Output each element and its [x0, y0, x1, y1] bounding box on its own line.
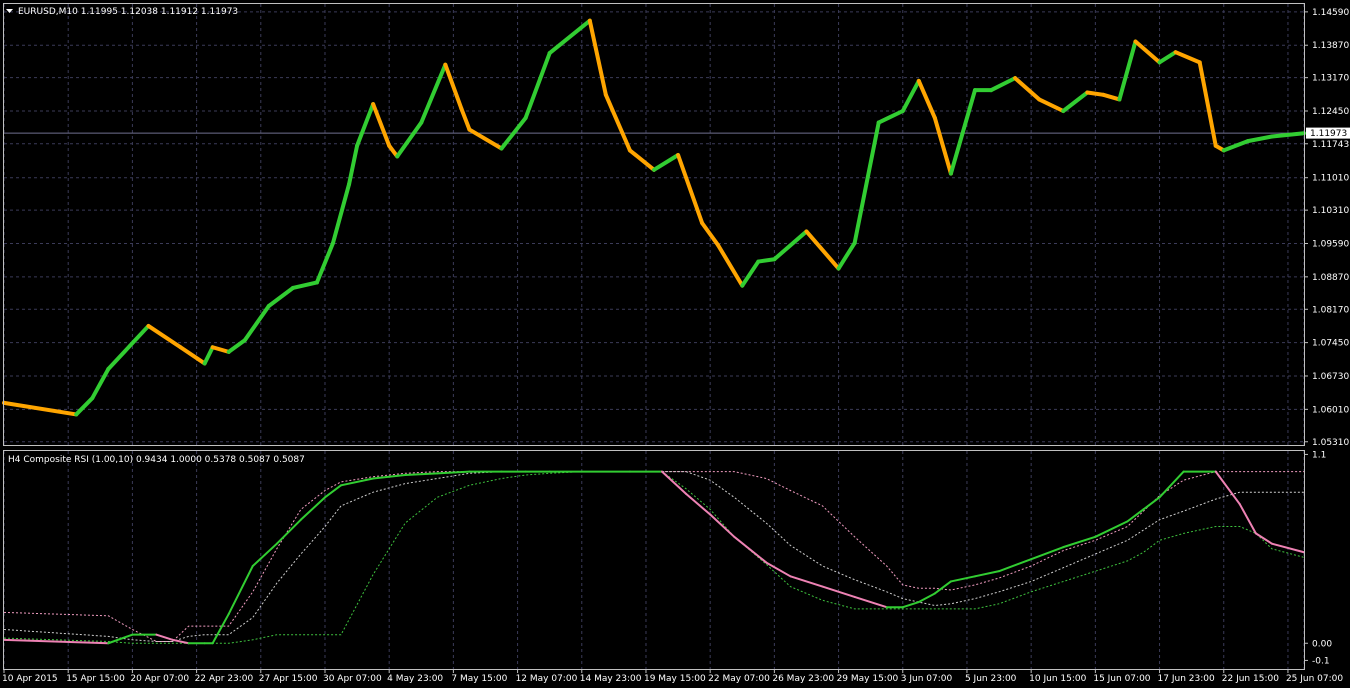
time-tick-label: 14 May 23:00 [580, 674, 642, 684]
price-tick-label: 1.12450 [1312, 107, 1349, 117]
time-tick-label: 12 May 07:00 [516, 674, 578, 684]
price-tick-label: 1.08170 [1312, 305, 1349, 315]
time-tick-label: 15 Jun 07:00 [1093, 674, 1150, 684]
indicator-tick-label: 0.00 [1312, 639, 1332, 649]
indicator-header: H4 Composite RSI (1.00,10) 0.9434 1.0000… [8, 455, 305, 465]
current-price-value: 1.11973 [1310, 129, 1347, 139]
time-tick-label: 10 Apr 2015 [2, 674, 58, 684]
price-tick-label: 1.06010 [1312, 405, 1349, 415]
price-tick-label: 1.06730 [1312, 372, 1349, 382]
time-tick-label: 3 Jun 07:00 [901, 674, 953, 684]
price-tick-label: 1.09590 [1312, 239, 1349, 249]
price-tick-label: 1.10310 [1312, 206, 1349, 216]
time-tick-label: 10 Jun 15:00 [1029, 674, 1086, 684]
mt4-chart-window: EURUSD,M10 1.11995 1.12038 1.11912 1.119… [0, 0, 1350, 688]
price-tick-label: 1.07450 [1312, 339, 1349, 349]
time-tick-label: 25 Jun 07:00 [1286, 674, 1343, 684]
current-price-tag: 1.11973 [1306, 127, 1350, 139]
price-segment [1085, 90, 1106, 97]
price-tick-label: 1.11743 [1312, 140, 1349, 150]
price-segment [756, 257, 777, 264]
price-tick-label: 1.14590 [1312, 8, 1349, 18]
time-tick-label: 22 Jun 15:00 [1222, 674, 1279, 684]
time-tick-label: 22 Apr 23:00 [195, 674, 254, 684]
time-tick-label: 30 Apr 07:00 [323, 674, 382, 684]
time-tick-label: 17 Jun 23:00 [1158, 674, 1215, 684]
time-tick-label: 29 May 15:00 [837, 674, 899, 684]
price-tick-label: 1.05310 [1312, 438, 1349, 448]
time-tick-label: 15 Apr 15:00 [66, 674, 125, 684]
price-tick-label: 1.11010 [1312, 174, 1349, 184]
indicator-tick-label: 1.1 [1312, 450, 1326, 460]
time-tick-label: 5 Jun 23:00 [965, 674, 1017, 684]
indicator-tick-label: -0.1 [1312, 656, 1330, 666]
time-tick-label: 22 May 07:00 [708, 674, 770, 684]
chart-background [0, 0, 1350, 688]
time-tick-label: 4 May 23:00 [387, 674, 443, 684]
time-tick-label: 27 Apr 15:00 [259, 674, 318, 684]
time-tick-label: 7 May 15:00 [451, 674, 507, 684]
price-tick-label: 1.13870 [1312, 41, 1349, 51]
price-tick-label: 1.13170 [1312, 74, 1349, 84]
price-tick-label: 1.08870 [1312, 273, 1349, 283]
time-tick-label: 20 Apr 07:00 [130, 674, 189, 684]
time-tick-label: 26 May 23:00 [772, 674, 834, 684]
symbol-header: EURUSD,M10 1.11995 1.12038 1.11912 1.119… [18, 7, 238, 17]
time-tick-label: 19 May 15:00 [644, 674, 706, 684]
